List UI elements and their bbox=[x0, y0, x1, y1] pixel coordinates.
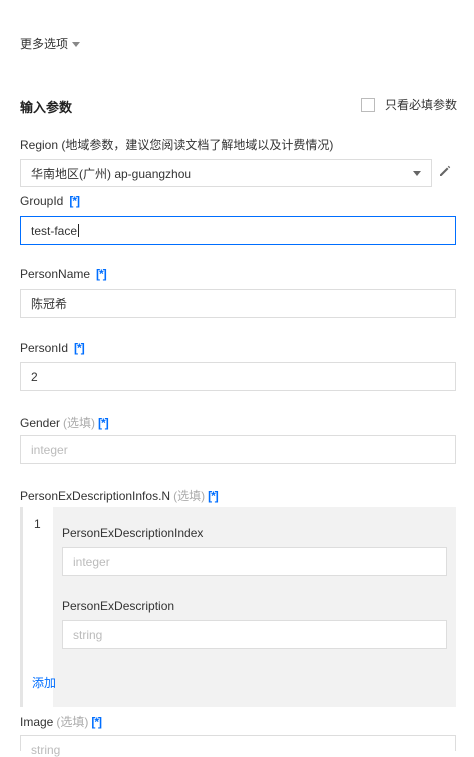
array-indent-bar bbox=[20, 507, 23, 707]
section-title: 输入参数 bbox=[20, 100, 73, 115]
region-select-value: 华南地区(广州) ap-guangzhou bbox=[31, 166, 192, 181]
required-marker: [*] bbox=[69, 194, 80, 208]
image-label-text: Image bbox=[20, 714, 54, 729]
person-id-label-text: PersonId bbox=[20, 341, 69, 355]
required-only-label: 只看必填参数 bbox=[384, 98, 457, 112]
more-options-toggle[interactable]: 更多选项 bbox=[20, 35, 81, 52]
group-id-value: test-face bbox=[31, 223, 78, 238]
required-marker: [*] bbox=[74, 341, 85, 355]
image-input[interactable]: string bbox=[20, 735, 456, 757]
optional-marker: (选填) bbox=[173, 489, 206, 503]
add-item-link[interactable]: 添加 bbox=[32, 674, 56, 691]
pencil-icon[interactable] bbox=[438, 164, 452, 178]
person-id-input[interactable]: 2 bbox=[20, 362, 456, 391]
person-name-label: PersonName [*] bbox=[20, 267, 107, 281]
required-only-checkbox[interactable] bbox=[360, 97, 375, 112]
person-id-label: PersonId [*] bbox=[20, 341, 85, 355]
optional-marker: (选填) bbox=[63, 416, 96, 430]
group-id-label: GroupId [*] bbox=[20, 194, 80, 208]
desc-index-input[interactable]: integer bbox=[62, 547, 447, 576]
gender-placeholder: integer bbox=[31, 442, 68, 457]
region-select[interactable]: 华南地区(广州) ap-guangzhou bbox=[20, 159, 432, 187]
image-placeholder: string bbox=[31, 743, 61, 757]
dropdown-arrow-icon bbox=[413, 170, 421, 176]
person-name-input[interactable]: 陈冠希 bbox=[20, 289, 456, 318]
gender-input[interactable]: integer bbox=[20, 435, 456, 464]
region-label-text: Region (地域参数，建议您阅读文档了解地域以及计费情况) bbox=[20, 138, 334, 152]
person-id-value: 2 bbox=[31, 369, 38, 384]
image-label: Image (选填) [*] bbox=[20, 713, 102, 730]
group-id-input[interactable]: test-face bbox=[20, 216, 456, 245]
region-label: Region (地域参数，建议您阅读文档了解地域以及计费情况) bbox=[20, 136, 333, 153]
required-only-toggle[interactable]: 只看必填参数 bbox=[360, 96, 457, 113]
desc-index-placeholder: integer bbox=[73, 554, 110, 569]
group-id-label-text: GroupId bbox=[20, 194, 64, 208]
desc-index-label: PersonExDescriptionIndex bbox=[62, 526, 204, 540]
more-options-label: 更多选项 bbox=[20, 37, 69, 51]
required-marker: [*] bbox=[96, 267, 107, 281]
chevron-down-icon bbox=[72, 42, 81, 47]
person-name-label-text: PersonName bbox=[20, 267, 91, 281]
text-cursor bbox=[78, 224, 80, 237]
person-name-value: 陈冠希 bbox=[31, 297, 68, 311]
person-ex-desc-label: PersonExDescriptionInfos.N (选填) [*] bbox=[20, 487, 219, 504]
required-marker: [*] bbox=[91, 714, 102, 729]
person-ex-desc-array: 1 PersonExDescriptionIndex integer Perso… bbox=[20, 507, 456, 707]
desc-label: PersonExDescription bbox=[62, 599, 175, 613]
desc-placeholder: string bbox=[73, 627, 103, 642]
person-ex-desc-label-text: PersonExDescriptionInfos.N bbox=[20, 488, 171, 503]
array-item-panel: PersonExDescriptionIndex integer PersonE… bbox=[53, 507, 456, 707]
optional-marker: (选填) bbox=[56, 715, 89, 729]
required-marker: [*] bbox=[208, 488, 219, 503]
required-marker: [*] bbox=[98, 415, 109, 430]
gender-label: Gender (选填) [*] bbox=[20, 414, 109, 431]
desc-input[interactable]: string bbox=[62, 620, 447, 649]
gender-label-text: Gender bbox=[20, 415, 61, 430]
array-item-index: 1 bbox=[34, 517, 41, 531]
